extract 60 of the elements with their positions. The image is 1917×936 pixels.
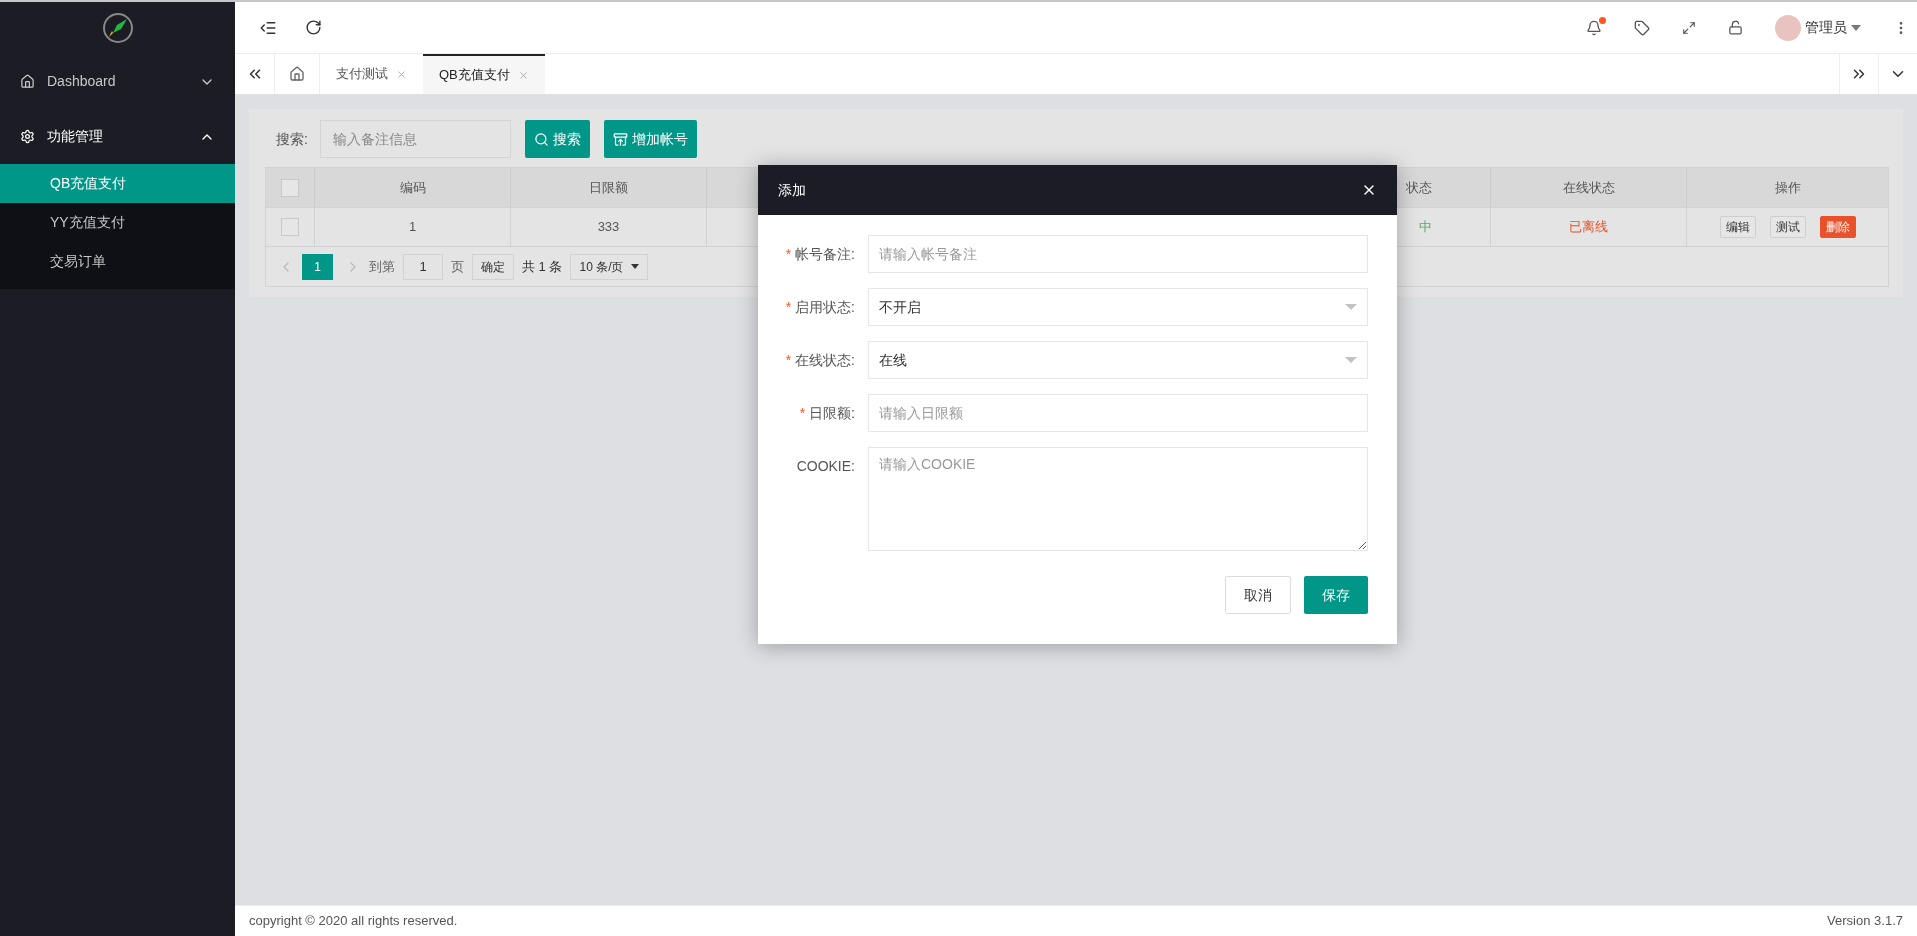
required-asterisk: * [785, 297, 792, 317]
page-number-button[interactable]: 1 [302, 253, 333, 280]
lock-icon[interactable] [1728, 20, 1743, 35]
caret-down-icon [1851, 24, 1861, 31]
page-size-select[interactable]: 10 条/页 [570, 253, 649, 280]
sidebar-menu-item[interactable]: 功能管理 [0, 109, 235, 164]
total-count: 共 1 条 [522, 257, 563, 276]
search-button[interactable]: 搜索 [524, 120, 590, 158]
confirm-button[interactable]: 确定 [472, 253, 514, 280]
user-name[interactable]: 管理员 [1805, 17, 1847, 38]
refresh-icon[interactable] [305, 19, 322, 36]
sidebar-submenu-item[interactable]: QB充值支付 [0, 164, 235, 203]
version-text: Version 3.1.7 [1827, 912, 1903, 931]
home-icon [20, 74, 35, 89]
tag-icon[interactable] [1634, 19, 1650, 36]
sidebar-submenu-item[interactable]: YY充值支付 [0, 203, 235, 242]
copyright-text: copyright © 2020 all rights reserved. [249, 912, 458, 931]
cancel-button[interactable]: 取消 [1225, 576, 1291, 614]
caret-down-icon [631, 264, 640, 269]
rocket-logo-icon [100, 11, 135, 45]
column-header: 操作 [1773, 178, 1802, 197]
page-tab[interactable]: 支付测试 [320, 54, 423, 94]
field-label: 启用状态: [795, 297, 855, 317]
table-cell: 1 [315, 208, 511, 246]
settings-icon [20, 129, 35, 144]
sidebar-submenu-item[interactable]: 交易订单 [0, 242, 235, 281]
required-asterisk: * [799, 403, 806, 423]
select-field[interactable]: 不开启 [868, 288, 1368, 326]
field-label: 帐号备注: [795, 244, 855, 264]
page-input[interactable]: 1 [403, 253, 443, 280]
table-cell: 333 [511, 208, 707, 246]
home-icon [289, 66, 305, 82]
page-tab[interactable]: QB充值支付 [423, 54, 545, 94]
select-all-checkbox[interactable] [281, 178, 299, 197]
caret-down-icon [1345, 357, 1357, 363]
field-label: 日限额: [809, 403, 855, 423]
add-account-button[interactable]: 增加帐号 [603, 120, 697, 158]
sidebar-menu-item[interactable]: Dashboard [0, 54, 235, 109]
field-label: COOKIE: [796, 456, 855, 476]
page-unit-label: 页 [451, 257, 464, 276]
delete-button[interactable]: 删除 [1819, 216, 1856, 238]
action-button[interactable]: 测试 [1769, 216, 1806, 238]
required-asterisk: * [785, 350, 792, 370]
search-label: 搜索: [276, 129, 308, 149]
text-field[interactable]: 请输入日限额 [868, 394, 1368, 432]
cookie-textarea[interactable]: 请输入COOKIE [868, 447, 1368, 551]
save-button[interactable]: 保存 [1304, 576, 1368, 614]
required-asterisk: * [785, 244, 792, 264]
row-checkbox[interactable] [281, 218, 299, 236]
field-label: 在线状态: [795, 350, 855, 370]
fullscreen-icon[interactable] [1682, 20, 1696, 35]
action-button[interactable]: 编辑 [1719, 216, 1756, 238]
text-field[interactable]: 请输入帐号备注 [868, 235, 1368, 273]
table-cell: 已离线 [1491, 208, 1687, 246]
select-field[interactable]: 在线 [868, 341, 1368, 379]
goto-label: 到第 [369, 257, 395, 276]
tray-icon [612, 131, 628, 147]
search-icon [533, 131, 549, 147]
dialog-title: 添加 [778, 180, 806, 200]
caret-down-icon [1345, 304, 1357, 310]
